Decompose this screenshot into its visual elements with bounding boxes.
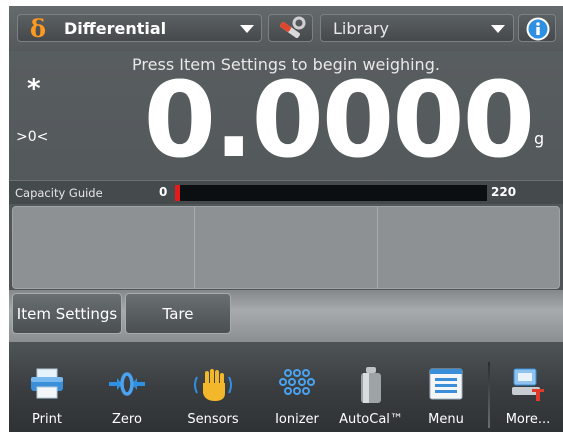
more-button[interactable]: More... [493, 344, 563, 432]
library-label: Library [333, 19, 389, 38]
chevron-down-icon [491, 25, 505, 33]
sensors-label: Sensors [187, 412, 239, 427]
info-button[interactable] [518, 14, 556, 42]
library-dropdown[interactable]: Library [320, 14, 514, 42]
center-of-zero-indicator: >0< [16, 129, 49, 145]
top-bar: δ Differential Library [9, 6, 563, 51]
menu-icon [429, 368, 463, 400]
panel-cell [195, 207, 378, 288]
sensors-button[interactable]: Sensors [175, 344, 251, 432]
printer-icon [31, 368, 63, 399]
ionizer-icon [279, 369, 315, 395]
application-label: Differential [64, 19, 167, 38]
more-icon [512, 368, 544, 401]
ionizer-label: Ionizer [275, 412, 319, 427]
capacity-bar [175, 185, 487, 201]
calibration-weight-icon [361, 367, 381, 403]
balance-screen: δ Differential Library Press Item Settin… [9, 6, 563, 432]
weight-unit: g [534, 129, 545, 148]
capacity-bar-fill [175, 185, 180, 201]
tare-button[interactable]: Tare [125, 293, 231, 334]
menu-label: Menu [428, 412, 464, 427]
ionizer-button[interactable]: Ionizer [259, 344, 335, 432]
hand-sensor-icon [194, 369, 232, 401]
more-label: More... [505, 412, 551, 427]
stability-indicator: * [27, 74, 41, 104]
bottom-toolbar: Print Zero Sensors Ionizer AutoCal™ Menu… [9, 344, 563, 432]
capacity-min-label: 0 [159, 185, 168, 199]
autocal-label: AutoCal™ [339, 412, 403, 427]
chevron-down-icon [240, 25, 254, 33]
print-button[interactable]: Print [11, 344, 83, 432]
capacity-guide-label: Capacity Guide [15, 186, 103, 200]
zero-button[interactable]: Zero [93, 344, 161, 432]
info-icon [526, 17, 550, 41]
autocal-button[interactable]: AutoCal™ [333, 344, 409, 432]
zero-icon [109, 372, 145, 396]
toolbar-divider [488, 362, 490, 428]
weight-readout: 0.0000 [143, 59, 535, 181]
action-strip: Item Settings Tare [9, 290, 563, 342]
capacity-guide: Capacity Guide 0 220 [9, 180, 563, 204]
application-dropdown[interactable]: δ Differential [17, 14, 262, 43]
menu-button[interactable]: Menu [411, 344, 481, 432]
print-label: Print [32, 412, 62, 427]
panel-cell [378, 207, 559, 288]
wrench-icon [280, 16, 306, 38]
wrench-button[interactable] [268, 14, 313, 42]
panel-cell [13, 207, 195, 288]
data-panel [12, 206, 560, 289]
delta-icon: δ [30, 14, 47, 43]
item-settings-button[interactable]: Item Settings [12, 293, 122, 334]
zero-label: Zero [112, 412, 142, 427]
capacity-max-label: 220 [491, 185, 517, 199]
